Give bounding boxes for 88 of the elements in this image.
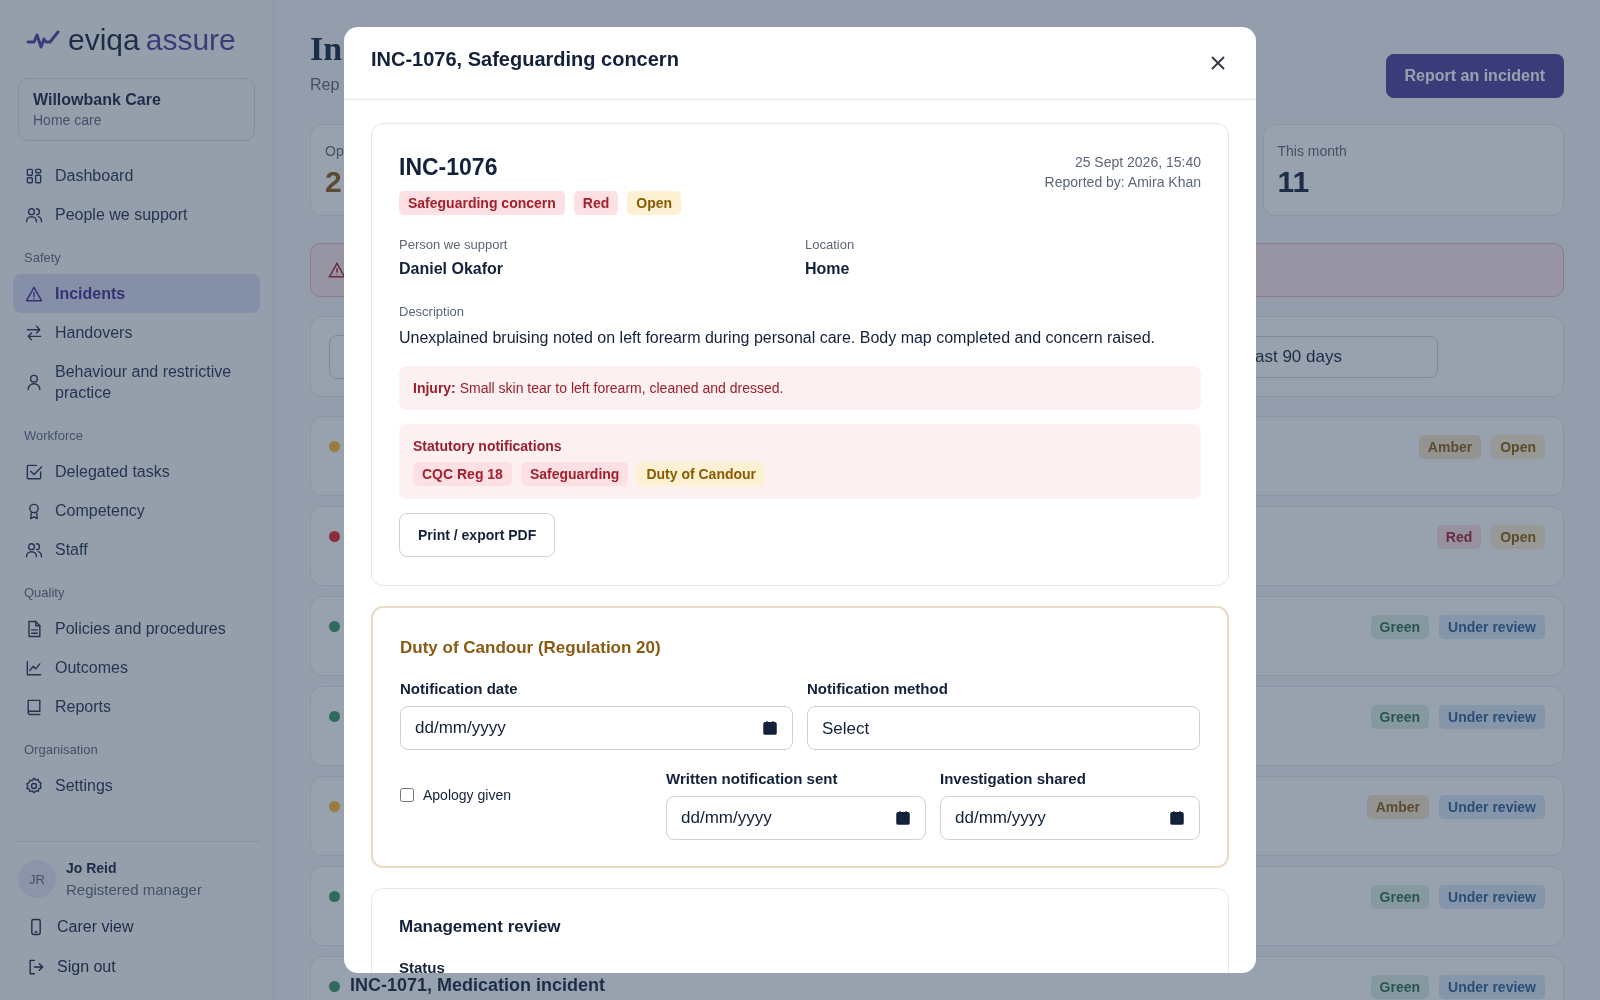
incident-tag: Open (627, 191, 682, 215)
nav-item[interactable]: Handovers (13, 313, 260, 352)
nav-item[interactable]: Policies and procedures (13, 609, 260, 648)
print-button[interactable]: Print / export PDF (399, 513, 556, 557)
calendar-icon[interactable] (761, 719, 779, 737)
organisation-type: Home care (33, 112, 103, 128)
section-heading: Duty of Candour (Regulation 20) (400, 638, 662, 658)
description-text: Unexplained bruising noted on left forearm during personal care. Body map completed and concern raised. (399, 329, 1156, 347)
calendar-icon[interactable] (1168, 809, 1186, 827)
sign-out-icon (26, 957, 46, 977)
field-value: Daniel Okafor (399, 260, 505, 278)
status-tag: Red (1436, 525, 1482, 549)
warning-icon (327, 260, 347, 280)
status-tag: Amber (1418, 435, 1482, 459)
incident-title: INC-1071, Medication incident (350, 975, 606, 996)
incident-id: INC-1076 (399, 154, 499, 181)
field-label: Location (805, 237, 856, 252)
date-field[interactable]: dd/mm/yyyy (666, 796, 926, 840)
stat-label: Op (325, 143, 344, 159)
section-heading: Management review (399, 917, 562, 937)
nav-item[interactable]: Reports (13, 687, 260, 726)
incident-reporter: Reported by: Amira Khan (1044, 173, 1201, 192)
nav-item[interactable]: Dashboard (13, 156, 260, 195)
organisation-name: Willowbank Care (33, 91, 162, 109)
dialog-title: INC-1076, Safeguarding concern (371, 47, 679, 71)
apology-checkbox[interactable] (400, 788, 414, 802)
person-icon (24, 372, 44, 392)
status-tag: Under review (1439, 885, 1545, 909)
user-role: Registered manager (66, 881, 202, 898)
statutory-heading: Statutory notifications (413, 438, 563, 454)
brand-name: eviqa (68, 23, 140, 57)
user-avatar: JR (18, 860, 56, 898)
checkbox-label: Apology given (423, 787, 511, 803)
stat-label: This month (1277, 143, 1347, 159)
field-label: Written notification sent (666, 770, 839, 787)
status-tag: Green (1370, 975, 1430, 999)
incident-tag: Red (573, 191, 619, 215)
status-tag: Green (1370, 885, 1430, 909)
notification-tag: CQC Reg 18 (413, 462, 512, 486)
incident-tag: Safeguarding concern (399, 191, 565, 215)
status-tag: Green (1370, 615, 1430, 639)
status-tag: Under review (1439, 705, 1545, 729)
field-value: Home (805, 260, 851, 278)
incident-datetime: 25 Sept 2026, 15:40 (1073, 153, 1201, 172)
status-tag: Open (1491, 435, 1545, 459)
settings-icon (24, 775, 44, 796)
nav-item[interactable]: Incidents (13, 274, 260, 313)
page-subtitle: Rep (310, 76, 341, 94)
nav-item[interactable]: People we support (13, 195, 260, 234)
field-label: Description (399, 304, 466, 319)
nav-item[interactable]: Settings (13, 766, 260, 805)
status-tag: Amber (1366, 795, 1430, 819)
product-name: assure (145, 23, 236, 57)
status-tag: Under review (1439, 975, 1545, 999)
nav-section-heading: Safety (23, 249, 62, 267)
nav-item[interactable]: Staff (13, 530, 260, 569)
status-tag: Green (1370, 705, 1430, 729)
field-label: Notification date (400, 680, 519, 697)
logo-icon (26, 30, 62, 50)
status-tag: Open (1491, 525, 1545, 549)
field-label: Investigation shared (940, 770, 1087, 787)
nav-section-heading: Quality (23, 584, 66, 602)
nav-item[interactable]: Delegated tasks (13, 452, 260, 491)
date-field[interactable]: dd/mm/yyyy (940, 796, 1200, 840)
organisation-card[interactable]: Willowbank Care Home care (18, 78, 255, 141)
nav-item[interactable]: Competency (13, 491, 260, 530)
footer-link[interactable]: Carer view (13, 908, 260, 946)
status-tag: Under review (1439, 615, 1545, 639)
notification-tag: Safeguarding (520, 462, 629, 486)
notification-tag: Duty of Candour (637, 462, 766, 486)
stat-value: 11 (1277, 165, 1310, 199)
date-field[interactable]: dd/mm/yyyy (400, 706, 793, 750)
user-name: Jo Reid (66, 860, 118, 876)
nav-section-heading: Organisation (23, 741, 99, 759)
footer-link[interactable]: Sign out (13, 948, 260, 986)
field-label: Status (399, 959, 446, 973)
injury-note: Injury: Small skin tear to left forearm, cleaned and dressed. (399, 366, 1201, 410)
nav-item[interactable]: Behaviour and restrictive practice (13, 352, 260, 412)
nav-item[interactable]: Outcomes (13, 648, 260, 687)
nav-section-heading: Workforce (23, 427, 84, 445)
report-incident-button[interactable]: Report an incident (1385, 54, 1564, 98)
method-select[interactable]: Select (807, 706, 1200, 750)
stat-value: 2 (325, 165, 342, 199)
calendar-icon[interactable] (894, 809, 912, 827)
field-label: Person we support (399, 237, 509, 252)
field-label: Notification method (807, 680, 949, 697)
page-title: In (310, 30, 343, 68)
status-tag: Under review (1439, 795, 1545, 819)
